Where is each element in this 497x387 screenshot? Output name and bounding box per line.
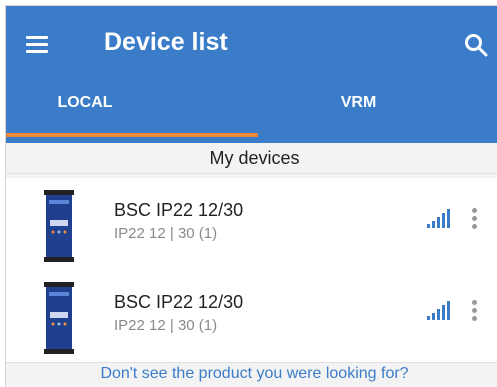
charger-device-icon (44, 282, 74, 354)
app-frame: Device list LOCAL VRM My devices BSC IP2… (5, 5, 497, 387)
tab-vrm-label: VRM (340, 94, 377, 111)
product-not-found-link[interactable]: Don't see the product you were looking f… (6, 365, 497, 383)
tab-local-label: LOCAL (57, 94, 113, 111)
search-icon[interactable] (464, 33, 488, 57)
page-title: Device list (104, 28, 228, 56)
more-vert-icon[interactable] (472, 208, 478, 230)
device-details: IP22 12 | 30 (1) (114, 317, 218, 334)
app-bar: Device list LOCAL VRM (6, 6, 497, 143)
menu-icon[interactable] (26, 36, 48, 53)
section-header: My devices (6, 143, 497, 174)
charger-device-icon (44, 190, 74, 262)
more-vert-icon[interactable] (472, 300, 478, 322)
active-tab-indicator (6, 133, 258, 137)
device-list-item[interactable]: BSC IP22 12/30 IP22 12 | 30 (1) (6, 178, 497, 271)
device-list-item[interactable]: BSC IP22 12/30 IP22 12 | 30 (1) (6, 270, 497, 363)
device-details: IP22 12 | 30 (1) (114, 225, 218, 242)
tab-vrm[interactable]: VRM (258, 91, 497, 143)
device-name: BSC IP22 12/30 (114, 200, 244, 220)
signal-strength-icon (427, 209, 450, 228)
signal-strength-icon (427, 301, 450, 320)
device-name: BSC IP22 12/30 (114, 292, 244, 312)
